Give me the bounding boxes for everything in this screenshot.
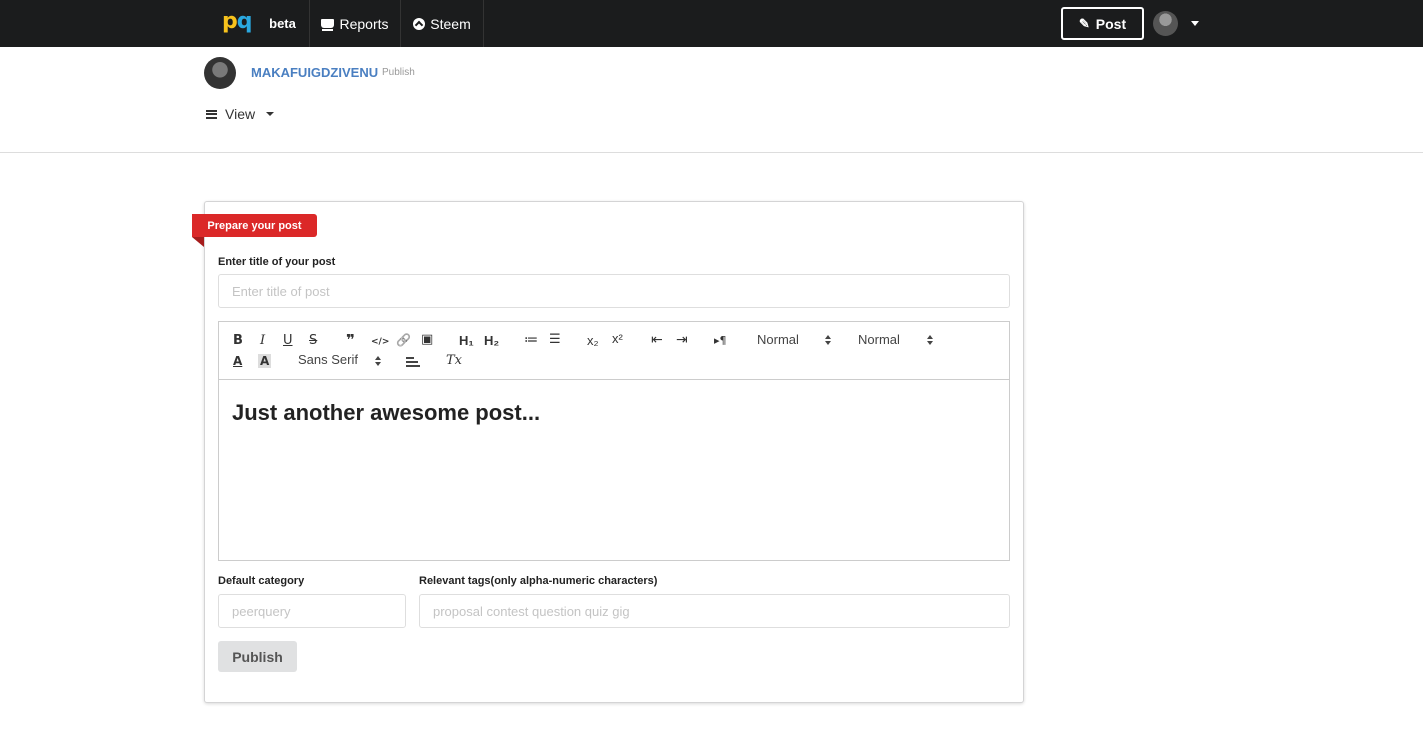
editor-toolbar: B I U S ❞ </> 🔗 ▣ H₁ H₂ ≔ ☰ x₂ x² ⇤ ⇥ ▸¶…	[219, 322, 1009, 380]
size-select-arrows-icon	[825, 335, 831, 345]
header-divider	[0, 152, 1423, 153]
italic-button[interactable]: I	[260, 334, 265, 348]
coffee-icon	[321, 19, 335, 31]
editor-content[interactable]: Just another awesome post...	[232, 400, 540, 426]
text-color-button[interactable]: A	[233, 354, 242, 368]
size-select[interactable]: Normal	[757, 332, 799, 347]
tags-input[interactable]: proposal contest question quiz gig	[419, 594, 1010, 628]
nav-beta[interactable]: beta	[256, 0, 310, 47]
nav-steem[interactable]: Steem	[401, 0, 484, 47]
align-left-icon[interactable]	[406, 357, 420, 367]
subscript-button[interactable]: x₂	[587, 334, 599, 348]
pencil-icon: ✎	[1078, 15, 1090, 31]
caret-down-icon	[266, 112, 275, 116]
link-button[interactable]: 🔗	[396, 333, 411, 347]
header-select-arrows-icon	[927, 335, 933, 345]
new-post-label: Post	[1095, 15, 1127, 32]
superscript-button[interactable]: x²	[612, 332, 623, 346]
background-color-button[interactable]: A	[258, 354, 272, 368]
nav-reports-label: Reports	[339, 15, 389, 32]
nav-reports[interactable]: Reports	[310, 0, 401, 47]
new-post-button[interactable]: ✎ Post	[1061, 7, 1144, 40]
category-input[interactable]: peerquery	[218, 594, 406, 628]
view-dropdown[interactable]: View	[206, 106, 275, 122]
author-name[interactable]: MAKAFUIGDZIVENU	[251, 65, 378, 80]
strike-button[interactable]: S	[309, 334, 317, 348]
clean-format-button[interactable]: Tx	[446, 354, 462, 368]
site-logo[interactable]: pq	[222, 10, 252, 34]
code-button[interactable]: </>	[371, 335, 389, 349]
nav-steem-label: Steem	[430, 15, 471, 32]
caret-down-icon[interactable]	[1191, 21, 1199, 26]
tags-label: Relevant tags(only alpha-numeric charact…	[419, 575, 658, 587]
image-button[interactable]: ▣	[421, 333, 433, 347]
title-input[interactable]: Enter title of post	[218, 274, 1010, 308]
chevron-circle-up-icon	[413, 17, 426, 30]
outdent-button[interactable]: ⇤	[651, 333, 663, 347]
indent-button[interactable]: ⇥	[676, 333, 688, 347]
font-select[interactable]: Sans Serif	[298, 352, 358, 367]
ribbon-fold	[192, 237, 204, 247]
header-select[interactable]: Normal	[858, 332, 900, 347]
category-label: Default category	[218, 575, 305, 587]
rich-text-editor: B I U S ❞ </> 🔗 ▣ H₁ H₂ ≔ ☰ x₂ x² ⇤ ⇥ ▸¶…	[218, 321, 1010, 561]
font-select-arrows-icon	[375, 356, 381, 366]
top-navbar: pq beta Reports Steem ✎ Post	[0, 0, 1423, 47]
h2-button[interactable]: H₂	[484, 334, 499, 348]
ribbon-label: Prepare your post	[192, 214, 317, 237]
author-avatar[interactable]	[204, 57, 236, 89]
h1-button[interactable]: H₁	[459, 334, 474, 348]
title-label: Enter title of your post	[218, 256, 336, 268]
bold-button[interactable]: B	[233, 334, 243, 348]
hamburger-icon	[206, 109, 217, 119]
user-avatar-menu[interactable]	[1153, 11, 1178, 36]
publish-button[interactable]: Publish	[218, 641, 297, 672]
underline-button[interactable]: U	[283, 334, 293, 348]
view-label: View	[225, 106, 256, 122]
nav-beta-label: beta	[269, 16, 296, 31]
blockquote-button[interactable]: ❞	[346, 333, 355, 348]
bullet-list-button[interactable]: ☰	[549, 333, 561, 347]
text-direction-button[interactable]: ▸¶	[714, 334, 727, 348]
author-subtitle: Publish	[382, 67, 415, 78]
ordered-list-button[interactable]: ≔	[524, 333, 538, 347]
